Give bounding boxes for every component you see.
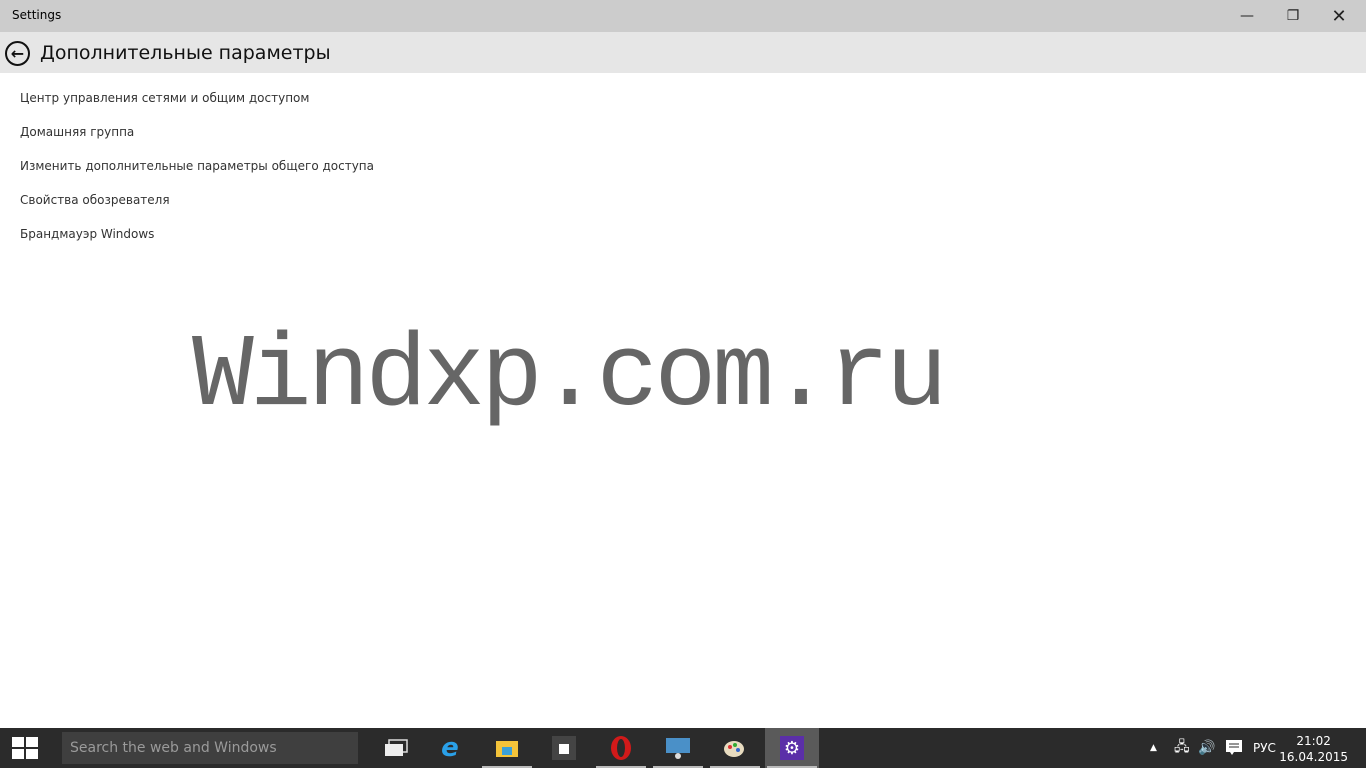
page-header: ← Дополнительные параметры <box>0 32 1366 73</box>
volume-icon: 🔊 <box>1198 740 1216 756</box>
link-homegroup[interactable]: Домашняя группа <box>20 125 374 159</box>
network-app-icon <box>666 738 690 759</box>
clock[interactable]: 21:02 16.04.2015 <box>1279 733 1348 765</box>
store-icon <box>552 736 576 760</box>
network-tray-button[interactable]: 🖧 <box>1174 728 1190 768</box>
opera-icon <box>611 736 631 760</box>
taskbar: Search the web and Windows e ⚙ ▲ 🖧 🔊 РУС… <box>0 728 1366 768</box>
watermark: Windxp.com.ru <box>192 318 948 435</box>
title-bar: Settings — ❐ ✕ <box>0 0 1366 32</box>
link-firewall[interactable]: Брандмауэр Windows <box>20 227 374 261</box>
folder-icon <box>496 741 518 757</box>
minimize-button[interactable]: — <box>1224 0 1270 32</box>
network-icon: 🖧 <box>1174 739 1190 755</box>
taskbar-settings[interactable]: ⚙ <box>765 728 819 768</box>
language-indicator[interactable]: РУС <box>1253 728 1276 768</box>
volume-button[interactable]: 🔊 <box>1198 728 1215 768</box>
taskbar-network-app[interactable] <box>651 728 705 768</box>
link-internet-options[interactable]: Свойства обозревателя <box>20 193 374 227</box>
windows-logo-icon <box>12 737 38 759</box>
close-button[interactable]: ✕ <box>1316 0 1362 32</box>
link-sharing-settings[interactable]: Изменить дополнительные параметры общего… <box>20 159 374 193</box>
taskbar-store[interactable] <box>537 728 591 768</box>
search-input[interactable]: Search the web and Windows <box>62 732 358 764</box>
link-list: Центр управления сетями и общим доступом… <box>20 91 374 261</box>
back-button[interactable]: ← <box>5 41 30 66</box>
taskbar-internet-explorer[interactable]: e <box>423 728 477 768</box>
clock-date: 16.04.2015 <box>1279 750 1348 764</box>
restore-button[interactable]: ❐ <box>1270 0 1316 32</box>
minimize-icon: — <box>1240 8 1254 24</box>
action-center-button[interactable] <box>1226 728 1242 768</box>
task-view-icon <box>385 739 408 756</box>
window-title: Settings <box>12 8 62 22</box>
start-button[interactable] <box>0 728 50 768</box>
task-view-button[interactable] <box>369 728 423 768</box>
close-icon: ✕ <box>1331 5 1347 27</box>
link-network-center[interactable]: Центр управления сетями и общим доступом <box>20 91 374 125</box>
show-hidden-icons-button[interactable]: ▲ <box>1150 728 1157 768</box>
taskbar-paint[interactable] <box>708 728 762 768</box>
clock-time: 21:02 <box>1296 734 1331 748</box>
paint-palette-icon <box>724 741 744 757</box>
taskbar-file-explorer[interactable] <box>480 728 534 768</box>
back-arrow-icon: ← <box>10 44 25 63</box>
page-title: Дополнительные параметры <box>40 42 331 64</box>
settings-gear-icon: ⚙ <box>780 736 804 760</box>
notification-icon <box>1226 740 1242 755</box>
restore-icon: ❐ <box>1286 8 1300 24</box>
taskbar-opera[interactable] <box>594 728 648 768</box>
chevron-up-icon: ▲ <box>1150 743 1157 753</box>
internet-explorer-icon: e <box>441 733 459 763</box>
